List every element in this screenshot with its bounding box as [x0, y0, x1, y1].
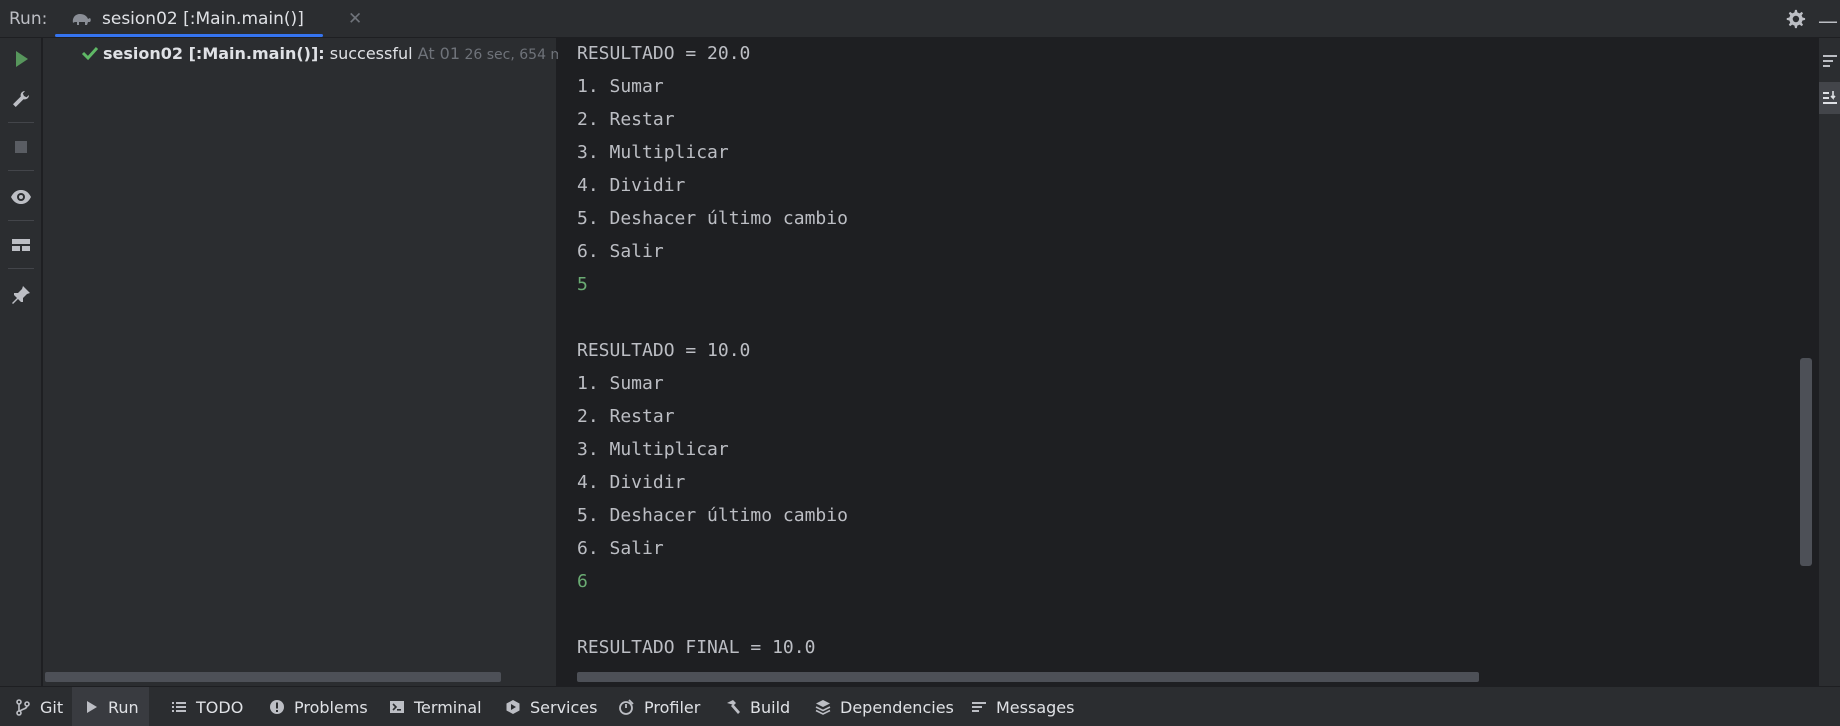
tab-label: Services — [530, 697, 598, 717]
gradle-elephant-icon — [72, 14, 91, 25]
tab-label: Profiler — [644, 697, 701, 717]
tool-window-bar: Git Run TODO Problems Terminal Services Profil… — [0, 686, 1840, 726]
git-branch-icon — [16, 699, 30, 716]
play-icon[interactable] — [10, 48, 32, 70]
console-input-line: 6 — [577, 571, 588, 592]
tool-separator — [8, 170, 34, 171]
tab-messages[interactable]: Messages — [960, 687, 1084, 726]
run-label: Run: — [9, 9, 48, 29]
task-status: successful — [324, 44, 413, 63]
tool-separator — [8, 220, 34, 221]
tab-label: Run — [108, 697, 139, 717]
tab-label: Messages — [996, 697, 1075, 717]
tree-horizontal-scrollbar[interactable] — [45, 672, 501, 682]
console-actions-strip — [1818, 38, 1840, 686]
soft-wrap-icon[interactable] — [1821, 52, 1839, 70]
minimize-icon[interactable]: — — [1818, 9, 1838, 33]
console-line: 6. Salir — [577, 241, 664, 262]
tool-separator — [8, 268, 34, 269]
console-line: 6. Salir — [577, 538, 664, 559]
console-line: 5. Deshacer último cambio — [577, 505, 848, 526]
console-line: 2. Restar — [577, 109, 675, 130]
scroll-to-end-icon[interactable] — [1821, 89, 1839, 107]
console-line: 2. Restar — [577, 406, 675, 427]
services-icon — [506, 700, 520, 714]
task-duration: 26 sec, 654 ms — [460, 47, 572, 63]
stop-icon[interactable] — [10, 136, 32, 158]
tab-services[interactable]: Services — [494, 687, 607, 726]
task-time: At 01 — [412, 44, 461, 63]
tab-label: Problems — [294, 697, 368, 717]
tree-item-task[interactable]: sesion02 [:Main.main()]: successful At 0… — [81, 44, 571, 63]
tab-label: Build — [750, 697, 791, 717]
tab-git[interactable]: Git — [4, 687, 73, 726]
run-tool-strip — [0, 38, 42, 686]
tab-terminal[interactable]: Terminal — [378, 687, 492, 726]
tab-todo[interactable]: TODO — [160, 687, 253, 726]
messages-icon — [972, 702, 986, 712]
console-line: RESULTADO = 20.0 — [577, 43, 751, 64]
console-line: 5. Deshacer último cambio — [577, 208, 848, 229]
dependencies-icon — [815, 700, 831, 715]
run-tree-panel: sesion02 [:Main.main()]: successful At 0… — [43, 38, 571, 686]
console-line: RESULTADO = 10.0 — [577, 340, 751, 361]
console-vertical-scrollbar[interactable] — [1798, 38, 1818, 686]
console-line: 4. Dividir — [577, 175, 686, 196]
task-name: sesion02 [:Main.main()]: — [103, 44, 325, 63]
eye-icon[interactable] — [10, 186, 32, 208]
console-line: 1. Sumar — [577, 373, 664, 394]
console-input-line: 5 — [577, 274, 588, 295]
terminal-icon — [390, 701, 404, 713]
check-icon — [81, 46, 99, 61]
tab-profiler[interactable]: Profiler — [608, 687, 710, 726]
todo-list-icon — [172, 702, 186, 712]
profiler-icon — [619, 699, 634, 715]
tab-label: TODO — [196, 697, 244, 717]
tab-build[interactable]: Build — [714, 687, 800, 726]
run-toolbar: Run: sesion02 [:Main.main()] ✕ — — [0, 0, 1840, 38]
problems-icon — [270, 700, 284, 714]
console-line: 3. Multiplicar — [577, 439, 729, 460]
close-tab-icon[interactable]: ✕ — [348, 9, 362, 29]
build-hammer-icon — [727, 700, 740, 714]
run-tab[interactable]: sesion02 [:Main.main()] ✕ — [55, 0, 362, 38]
console-line: 3. Multiplicar — [577, 142, 729, 163]
pin-icon[interactable] — [10, 284, 32, 306]
console-output[interactable]: RESULTADO = 20.0 1. Sumar 2. Restar 3. Mult… — [558, 38, 1812, 686]
active-tab-indicator — [55, 34, 323, 37]
gear-icon[interactable] — [1784, 8, 1806, 30]
tab-label: Terminal — [414, 697, 482, 717]
tab-run[interactable]: Run — [72, 687, 149, 726]
tab-label: Git — [40, 697, 64, 717]
run-tab-title: sesion02 [:Main.main()] — [102, 9, 304, 29]
tool-separator — [8, 122, 34, 123]
tab-label: Dependencies — [840, 697, 954, 717]
console-line: RESULTADO FINAL = 10.0 — [577, 637, 816, 658]
console-line: 1. Sumar — [577, 76, 664, 97]
run-icon — [87, 701, 97, 713]
tab-dependencies[interactable]: Dependencies — [804, 687, 964, 726]
wrench-icon[interactable] — [10, 88, 32, 110]
tab-problems[interactable]: Problems — [258, 687, 378, 726]
console-horizontal-scrollbar[interactable] — [577, 672, 1479, 682]
layout-icon[interactable] — [10, 234, 32, 256]
console-line: 4. Dividir — [577, 472, 686, 493]
scrollbar-thumb[interactable] — [1800, 358, 1812, 566]
